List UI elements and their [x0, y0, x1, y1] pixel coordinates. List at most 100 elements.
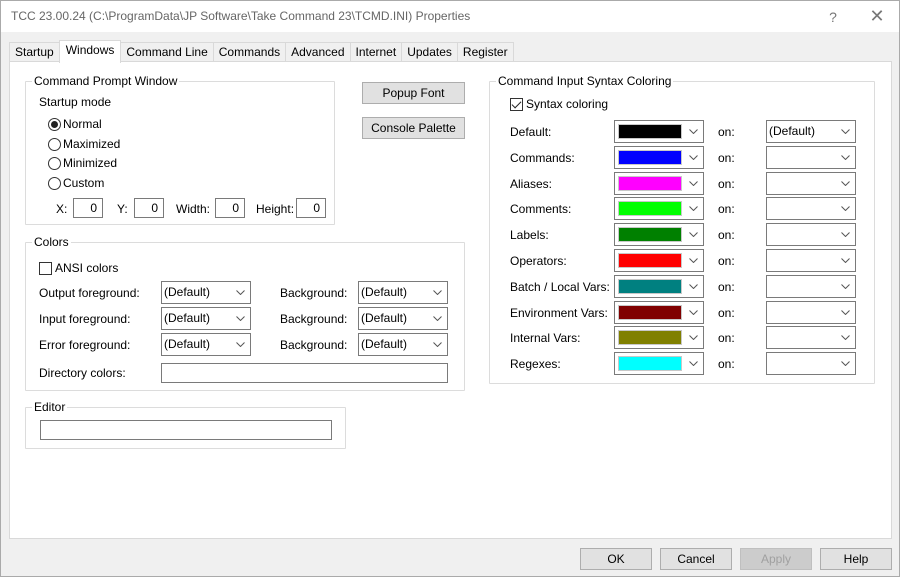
syntax-coloring-checkbox[interactable]: Syntax coloring	[510, 97, 608, 111]
on-label: on:	[718, 331, 735, 346]
chevron-down-icon	[687, 353, 699, 374]
radio-indicator	[48, 117, 61, 131]
y-label: Y:	[117, 202, 128, 216]
syntax-color-select-default[interactable]	[614, 120, 704, 143]
radio-custom[interactable]: Custom	[48, 176, 104, 190]
syntax-label-default: Default:	[510, 125, 552, 139]
console-palette-button[interactable]: Console Palette	[362, 117, 465, 139]
chevron-down-icon	[687, 121, 699, 142]
chevron-down-icon	[839, 198, 851, 219]
syntax-background-select-operators[interactable]	[766, 249, 856, 272]
cancel-button[interactable]: Cancel	[660, 548, 732, 570]
select-value: (Default)	[164, 311, 211, 325]
chevron-down-icon	[687, 224, 699, 245]
on-label: on:	[718, 228, 735, 243]
tab-startup[interactable]: Startup	[9, 42, 60, 62]
title-bar: TCC 23.00.24 (C:\ProgramData\JP Software…	[1, 1, 899, 32]
help-icon[interactable]: ?	[813, 1, 853, 32]
syntax-label-operators: Operators:	[510, 254, 567, 268]
on-label: on:	[718, 202, 735, 217]
tab-command-line[interactable]: Command Line	[120, 42, 214, 62]
syntax-background-select-commands[interactable]	[766, 145, 856, 169]
error-foreground-select[interactable]: (Default)	[161, 333, 251, 356]
input-background-select[interactable]: (Default)	[358, 307, 448, 330]
popup-font-button[interactable]: Popup Font	[362, 82, 465, 104]
help-button[interactable]: Help	[820, 548, 892, 570]
syntax-color-select-operators[interactable]	[614, 249, 704, 272]
syntax-label-aliases: Aliases:	[510, 176, 553, 191]
color-swatch	[618, 356, 682, 372]
tab-internet[interactable]: Internet	[349, 42, 403, 62]
syntax-background-select-internal-vars[interactable]	[766, 326, 856, 350]
chevron-down-icon	[839, 224, 851, 245]
ok-button[interactable]: OK	[580, 548, 652, 570]
chevron-down-icon	[234, 308, 246, 329]
close-icon[interactable]: ✕	[857, 1, 897, 32]
syntax-color-select-commands[interactable]	[614, 145, 704, 169]
x-label: X:	[56, 202, 68, 216]
radio-normal[interactable]: Normal	[48, 117, 102, 131]
syntax-color-select-comments[interactable]	[614, 197, 704, 221]
group-label: Editor	[32, 400, 68, 414]
error-background-select[interactable]: (Default)	[358, 333, 448, 356]
editor-input[interactable]	[40, 420, 332, 440]
on-label: on:	[718, 305, 735, 320]
y-field[interactable]: 0	[134, 198, 164, 218]
syntax-background-select-regexes[interactable]	[766, 352, 856, 376]
tab-windows[interactable]: Windows	[58, 40, 122, 63]
chevron-down-icon	[234, 334, 246, 355]
directory-colors-input[interactable]	[161, 363, 448, 383]
on-label: on:	[718, 176, 735, 191]
on-label: on:	[718, 125, 735, 139]
syntax-background-select-aliases[interactable]	[766, 171, 856, 195]
radio-indicator	[48, 176, 61, 190]
checkbox-indicator	[510, 97, 523, 111]
directory-colors-label: Directory colors:	[39, 366, 126, 380]
syntax-color-select-aliases[interactable]	[614, 171, 704, 195]
radio-label: Minimized	[63, 156, 118, 170]
select-value: (Default)	[361, 285, 408, 299]
syntax-color-select-regexes[interactable]	[614, 352, 704, 376]
tab-commands[interactable]: Commands	[212, 42, 287, 62]
error-foreground-label: Error foreground:	[39, 338, 131, 352]
ansi-colors-checkbox[interactable]: ANSI colors	[39, 261, 118, 275]
height-label: Height:	[256, 202, 295, 216]
radio-minimized[interactable]: Minimized	[48, 156, 117, 170]
chevron-down-icon	[839, 353, 851, 374]
tab-panel-windows: Command Prompt Window Startup mode Norma…	[9, 61, 892, 539]
syntax-color-select-labels[interactable]	[614, 223, 704, 247]
error-background-label: Background:	[280, 338, 348, 352]
height-field[interactable]: 0	[296, 198, 326, 218]
input-background-label: Background:	[280, 312, 348, 326]
output-background-select[interactable]: (Default)	[358, 281, 448, 304]
apply-button[interactable]: Apply	[740, 548, 812, 570]
syntax-background-select-batch-local-vars[interactable]	[766, 274, 856, 298]
color-swatch	[618, 330, 682, 346]
chevron-down-icon	[839, 250, 851, 271]
color-swatch	[618, 253, 682, 268]
syntax-background-select-comments[interactable]	[766, 197, 856, 221]
chevron-down-icon	[431, 282, 443, 303]
select-value: (Default)	[361, 311, 408, 325]
tab-updates[interactable]: Updates	[401, 42, 458, 62]
output-foreground-label: Output foreground:	[39, 286, 140, 300]
tab-advanced[interactable]: Advanced	[285, 42, 351, 62]
tab-register[interactable]: Register	[456, 42, 514, 62]
group-label: Command Prompt Window	[32, 74, 180, 88]
syntax-background-select-default[interactable]: (Default)	[766, 120, 856, 143]
radio-maximized[interactable]: Maximized	[48, 137, 120, 151]
syntax-color-select-batch-local-vars[interactable]	[614, 274, 704, 298]
chevron-down-icon	[839, 327, 851, 348]
syntax-color-select-environment-vars[interactable]	[614, 300, 704, 324]
syntax-background-select-environment-vars[interactable]	[766, 300, 856, 324]
select-value: (Default)	[769, 124, 816, 138]
syntax-label-commands: Commands:	[510, 150, 575, 165]
syntax-background-select-labels[interactable]	[766, 223, 856, 247]
color-swatch	[618, 175, 682, 191]
radio-indicator	[48, 156, 61, 170]
input-foreground-select[interactable]: (Default)	[161, 307, 251, 330]
output-foreground-select[interactable]: (Default)	[161, 281, 251, 304]
x-field[interactable]: 0	[73, 198, 103, 218]
width-field[interactable]: 0	[215, 198, 245, 218]
syntax-color-select-internal-vars[interactable]	[614, 326, 704, 350]
